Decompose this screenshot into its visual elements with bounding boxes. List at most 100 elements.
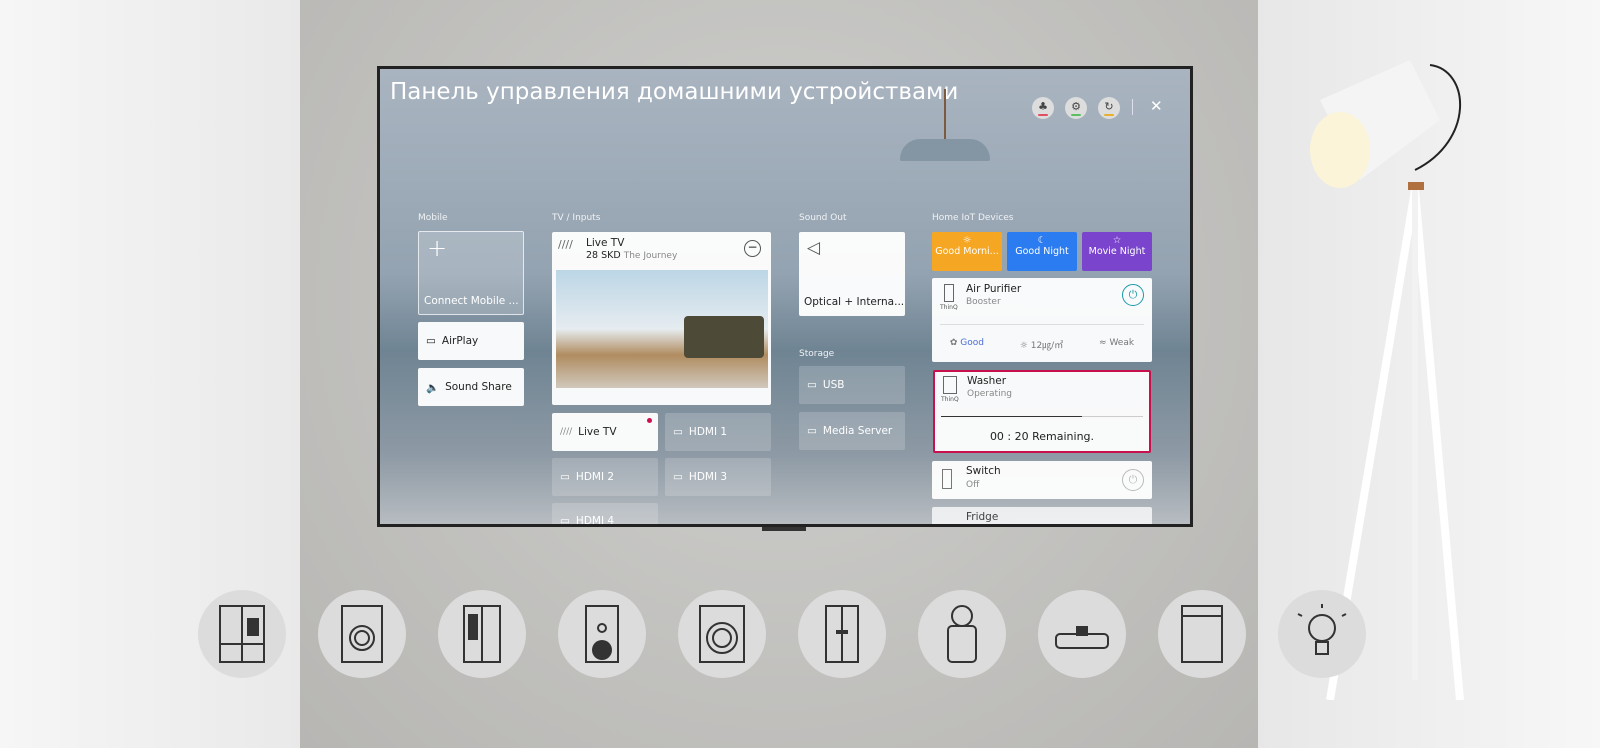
speaker-icon-glyph [585,605,619,663]
iot-label: Home IoT Devices [932,213,1014,223]
device-state: Off [966,480,980,490]
live-tv-title: Live TV [586,237,625,249]
storage-label: Storage [799,349,835,359]
scene-label: Good Night [1015,246,1069,257]
washer-progress [941,416,1143,417]
light-bulb-icon [1278,590,1366,678]
gear-icon[interactable]: ⚙ [1065,97,1087,119]
light-bulb-icon-glyph [1297,604,1347,655]
user-settings-icon[interactable]: ♣ [1032,97,1054,119]
washer-icon-glyph [341,605,383,663]
tv-stand [762,527,806,531]
input-hdmi-2[interactable]: ▭ HDMI 2 [552,458,658,496]
scene-movie-night[interactable]: ☆ Movie Night [1082,232,1152,271]
switch-card[interactable]: Switch Off ⏻ [932,461,1152,499]
hdmi-icon: ▭ [560,515,570,524]
antenna-icon: //// [558,238,573,251]
styler-icon [798,590,886,678]
device-state: Operating [967,389,1012,399]
input-label: HDMI 1 [688,426,728,438]
refresh-icon[interactable]: ↻ [1098,97,1120,119]
robot-air-purifier-icon [918,590,1006,678]
fridge-card[interactable]: Fridge [932,507,1152,524]
speaker-icon [558,590,646,678]
double-door-fridge-icon [438,590,526,678]
device-mode: Booster [966,297,1001,307]
hdmi-icon: ▭ [560,471,570,483]
connect-mobile-label: Connect Mobile ... [424,295,519,307]
program-name: The Journey [623,251,678,261]
storage-media-server[interactable]: ▭ Media Server [799,412,905,450]
air-purifier-icon: ThinQ [940,284,958,311]
laptop-icon: ▭ [807,425,817,437]
fridge-icon [198,590,286,678]
input-hdmi-3[interactable]: ▭ HDMI 3 [665,458,771,496]
page-title: Панель управления домашними устройствами [390,79,959,105]
device-name: Air Purifier [966,283,1022,295]
close-button[interactable]: ✕ [1150,97,1163,115]
hdmi-icon: ▭ [673,426,683,438]
moon-icon: ☾ [1037,235,1047,246]
sound-share-label: Sound Share [445,381,512,393]
sun-icon: ☼ [962,235,972,246]
robot-air-purifier-icon-glyph [947,605,977,663]
input-hdmi-4[interactable]: ▭ HDMI 4 [552,503,658,524]
switch-icon [942,469,952,489]
speaker-icon: ◁ [807,238,821,258]
remaining-time: 00 : 20 Remaining. [989,430,1095,443]
fridge-icon-glyph [219,605,265,663]
tv-inputs-label: TV / Inputs [552,213,601,223]
dishwasher-icon-glyph [1181,605,1223,663]
divider [1132,99,1133,115]
power-button[interactable]: ⏻ [1122,469,1144,491]
hdmi-icon: ▭ [673,471,683,483]
airplay-label: AirPlay [441,335,479,347]
active-dot [647,418,652,423]
double-door-fridge-icon-glyph [463,605,501,663]
input-label: Live TV [578,426,617,438]
scene-label: Good Morni... [935,246,999,257]
storage-item-label: USB [822,379,845,391]
device-name: Washer [967,375,1007,387]
storage-item-label: Media Server [822,425,893,437]
airplay-icon: ▭ [426,335,436,347]
sound-output-card[interactable]: ◁ Optical + Interna... [799,232,905,316]
sound-share-button[interactable]: 🔈 Sound Share [418,368,524,406]
minus-circle-button[interactable]: − [744,240,761,257]
washer-card[interactable]: ThinQ Washer Operating 00 : 20 Remaining… [933,370,1151,453]
device-name: Fridge [966,511,999,523]
washer-icon: ThinQ [941,376,959,403]
front-load-washer-icon [678,590,766,678]
sound-out-label: Sound Out [799,213,847,223]
scene-good-morning[interactable]: ☼ Good Morni... [932,232,1002,271]
air-purifier-card[interactable]: ThinQ Air Purifier Booster ⏻ ✿ Good ☼ 12… [932,278,1152,362]
input-label: HDMI 4 [575,515,615,524]
storage-usb[interactable]: ▭ USB [799,366,905,404]
airplay-button[interactable]: ▭ AirPlay [418,322,524,360]
speaker-icon: 🔈 [426,381,440,394]
input-hdmi-1[interactable]: ▭ HDMI 1 [665,413,771,451]
air-quality: ✿ Good [949,338,984,348]
antenna-icon: //// [560,427,573,437]
input-live-tv[interactable]: //// Live TV [552,413,658,451]
dishwasher-icon [1158,590,1246,678]
fan-speed: ≈ Weak [1099,338,1135,348]
mobile-section-label: Mobile [418,213,448,223]
styler-icon-glyph [825,605,859,663]
connect-mobile-button[interactable]: + Connect Mobile ... [418,231,524,315]
washer-icon [318,590,406,678]
device-name: Switch [966,465,1001,477]
power-button[interactable]: ⏻ [1122,284,1144,306]
scene-good-night[interactable]: ☾ Good Night [1007,232,1077,271]
input-label: HDMI 3 [688,471,728,483]
front-load-washer-icon-glyph [699,605,745,663]
star-icon: ☆ [1112,235,1122,246]
scene-label: Movie Night [1088,246,1146,257]
sound-output-label: Optical + Interna... [804,296,905,308]
live-tv-card[interactable]: //// Live TV 28 SKD The Journey − [552,232,771,405]
input-label: HDMI 2 [575,471,615,483]
channel-number: 28 SKD [586,250,621,261]
live-preview-image [556,270,768,388]
robot-vacuum-icon-glyph [1055,626,1109,649]
plus-icon: + [427,234,448,262]
